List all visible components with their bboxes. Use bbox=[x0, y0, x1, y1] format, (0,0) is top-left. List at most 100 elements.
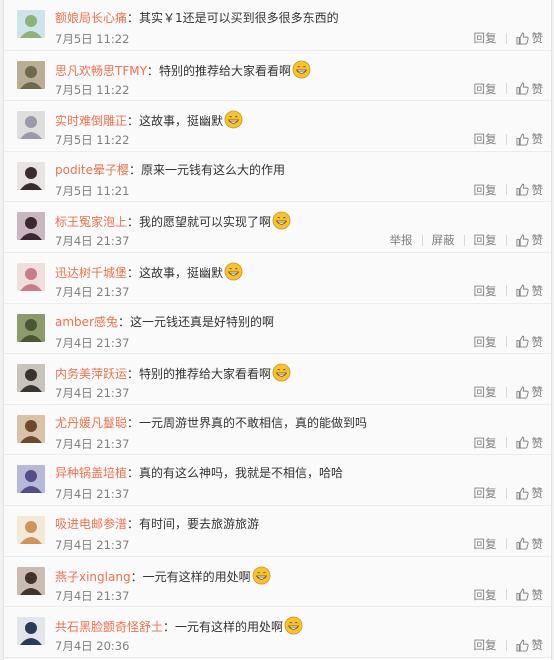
reply-link[interactable]: 回复 bbox=[474, 232, 497, 248]
comment-actions: 回复 赞 bbox=[474, 30, 544, 46]
user-avatar[interactable] bbox=[17, 465, 45, 494]
colon-separator: ： bbox=[127, 466, 140, 481]
user-avatar[interactable] bbox=[17, 111, 45, 140]
user-avatar[interactable] bbox=[17, 515, 45, 544]
reply-link[interactable]: 回复 bbox=[474, 182, 497, 198]
like-label: 赞 bbox=[531, 233, 544, 248]
user-avatar[interactable] bbox=[17, 364, 45, 393]
user-avatar[interactable] bbox=[17, 161, 45, 190]
comment-username[interactable]: podite晕子樱 bbox=[55, 163, 129, 177]
colon-separator: ： bbox=[127, 11, 140, 25]
thumbs-up-icon bbox=[515, 436, 529, 449]
comment-username[interactable]: 吸进电邮参潽 bbox=[55, 517, 127, 531]
grin-emoji-icon bbox=[272, 211, 291, 230]
colon-separator: ： bbox=[127, 114, 140, 129]
comment-text: 这一元钱还真是好特别的啊 bbox=[130, 314, 275, 329]
like-button[interactable]: 赞 bbox=[515, 637, 543, 653]
comment-item: 燕子xinglang：一元有这样的用处啊 7月4日 21:37 回复 赞 bbox=[4, 557, 551, 608]
comment-actions: 回复 赞 bbox=[474, 435, 544, 451]
like-button[interactable]: 赞 bbox=[515, 182, 544, 198]
comment-item: 共石黑脸颤奇怪舒土：一元有这样的用处啊 7月4日 20:36 回复 赞 bbox=[4, 607, 551, 658]
comment-username[interactable]: 标王冤家泡上 bbox=[55, 215, 127, 229]
comment-username[interactable]: 燕子xinglang bbox=[55, 570, 131, 584]
comment-username[interactable]: 共石黑脸颤奇怪舒土 bbox=[55, 620, 163, 634]
thumbs-up-icon bbox=[515, 335, 529, 348]
thumbs-up-icon bbox=[515, 234, 529, 247]
action-divider bbox=[505, 487, 507, 499]
comment-item: 内务美萍跃运：特别的推荐给大家看看啊 7月4日 21:37 回复 赞 bbox=[4, 354, 551, 405]
comment-actions: 回复 赞 bbox=[474, 536, 544, 552]
comment-time: 7月4日 21:37 bbox=[55, 436, 130, 451]
comment-username[interactable]: 思凡欢畅思TFMY bbox=[55, 64, 147, 78]
like-button[interactable]: 赞 bbox=[515, 435, 543, 451]
like-button[interactable]: 赞 bbox=[515, 30, 543, 46]
comment-time: 7月4日 21:37 bbox=[55, 284, 130, 299]
user-avatar[interactable] bbox=[17, 262, 45, 291]
comment-time: 7月4日 21:37 bbox=[55, 487, 130, 502]
like-button[interactable]: 赞 bbox=[515, 587, 544, 603]
user-avatar[interactable] bbox=[17, 60, 45, 89]
like-button[interactable]: 赞 bbox=[515, 283, 543, 299]
colon-separator: ： bbox=[127, 415, 140, 430]
reply-link[interactable]: 回复 bbox=[474, 283, 497, 299]
user-avatar[interactable] bbox=[17, 617, 45, 646]
comment-username[interactable]: 迅达树千城堡 bbox=[55, 266, 127, 280]
comment-username[interactable]: 实时难倒雕正 bbox=[55, 114, 127, 128]
reply-link[interactable]: 回复 bbox=[474, 637, 497, 653]
reply-link[interactable]: 回复 bbox=[474, 485, 497, 501]
comment-text: 特别的推荐给大家看看啊 bbox=[139, 367, 272, 382]
like-button[interactable]: 赞 bbox=[515, 81, 543, 97]
user-avatar[interactable] bbox=[17, 10, 45, 38]
thumbs-up-icon bbox=[515, 32, 529, 45]
grin-emoji-icon bbox=[292, 60, 311, 79]
comment-item: 实时难倒雕正：这故事，挺幽默 7月5日 11:22 回复 赞 bbox=[4, 101, 551, 152]
action-divider bbox=[505, 285, 507, 297]
reply-link[interactable]: 回复 bbox=[474, 384, 497, 400]
like-label: 赞 bbox=[531, 182, 544, 197]
comment-item: 额娘局长心痛：其实￥1还是可以买到很多很多东西的 7月5日 11:22 回复 赞 bbox=[4, 0, 551, 51]
action-divider bbox=[505, 184, 507, 196]
comment-actions: 回复 赞 bbox=[474, 283, 544, 299]
user-avatar[interactable] bbox=[17, 566, 45, 595]
action-divider bbox=[505, 32, 507, 44]
colon-separator: ： bbox=[146, 63, 159, 78]
comment-time: 7月4日 21:37 bbox=[55, 588, 130, 603]
comment-text: 这故事，挺幽默 bbox=[139, 114, 224, 129]
comment-username[interactable]: 内务美萍跃运 bbox=[55, 367, 127, 381]
like-button[interactable]: 赞 bbox=[515, 334, 544, 350]
thumbs-up-icon bbox=[515, 133, 529, 146]
reply-link[interactable]: 回复 bbox=[474, 536, 497, 552]
grin-emoji-icon bbox=[224, 262, 243, 281]
colon-separator: ： bbox=[127, 516, 140, 531]
reply-link[interactable]: 回复 bbox=[474, 334, 497, 350]
comment-username[interactable]: amber感兔 bbox=[55, 315, 118, 329]
comment-text: 真的有这么神吗，我就是不相信，哈哈 bbox=[139, 466, 344, 481]
like-label: 赞 bbox=[531, 334, 544, 349]
like-label: 赞 bbox=[531, 587, 544, 602]
user-avatar[interactable] bbox=[17, 414, 45, 443]
like-button[interactable]: 赞 bbox=[515, 536, 543, 552]
like-button[interactable]: 赞 bbox=[515, 384, 543, 400]
reply-link[interactable]: 回复 bbox=[474, 30, 497, 46]
like-button[interactable]: 赞 bbox=[515, 485, 543, 501]
reply-link[interactable]: 回复 bbox=[474, 131, 497, 147]
action-divider bbox=[505, 386, 507, 398]
reply-link[interactable]: 回复 bbox=[474, 587, 497, 603]
reply-link[interactable]: 回复 bbox=[474, 435, 497, 451]
comment-actions: 回复 赞 bbox=[474, 131, 544, 147]
user-avatar[interactable] bbox=[17, 212, 45, 241]
action-divider bbox=[505, 589, 507, 601]
comment-username[interactable]: 尤丹媛凡鬘聪 bbox=[55, 416, 127, 430]
comment-time: 7月5日 11:22 bbox=[55, 82, 130, 97]
comment-item: 异种锅盖培植：真的有这么神吗，我就是不相信，哈哈 7月4日 21:37 回复 赞 bbox=[4, 455, 551, 506]
like-button[interactable]: 赞 bbox=[515, 131, 543, 147]
comment-username[interactable]: 异种锅盖培植 bbox=[55, 466, 127, 480]
reply-link[interactable]: 回复 bbox=[474, 81, 497, 97]
user-avatar[interactable] bbox=[17, 313, 45, 342]
comment-username[interactable]: 额娘局长心痛 bbox=[55, 11, 127, 25]
block-link[interactable]: 屏蔽 bbox=[432, 232, 455, 248]
like-button[interactable]: 赞 bbox=[515, 232, 544, 248]
thumbs-up-icon bbox=[515, 386, 529, 399]
thumbs-up-icon bbox=[515, 588, 529, 601]
report-link[interactable]: 举报 bbox=[390, 232, 413, 248]
